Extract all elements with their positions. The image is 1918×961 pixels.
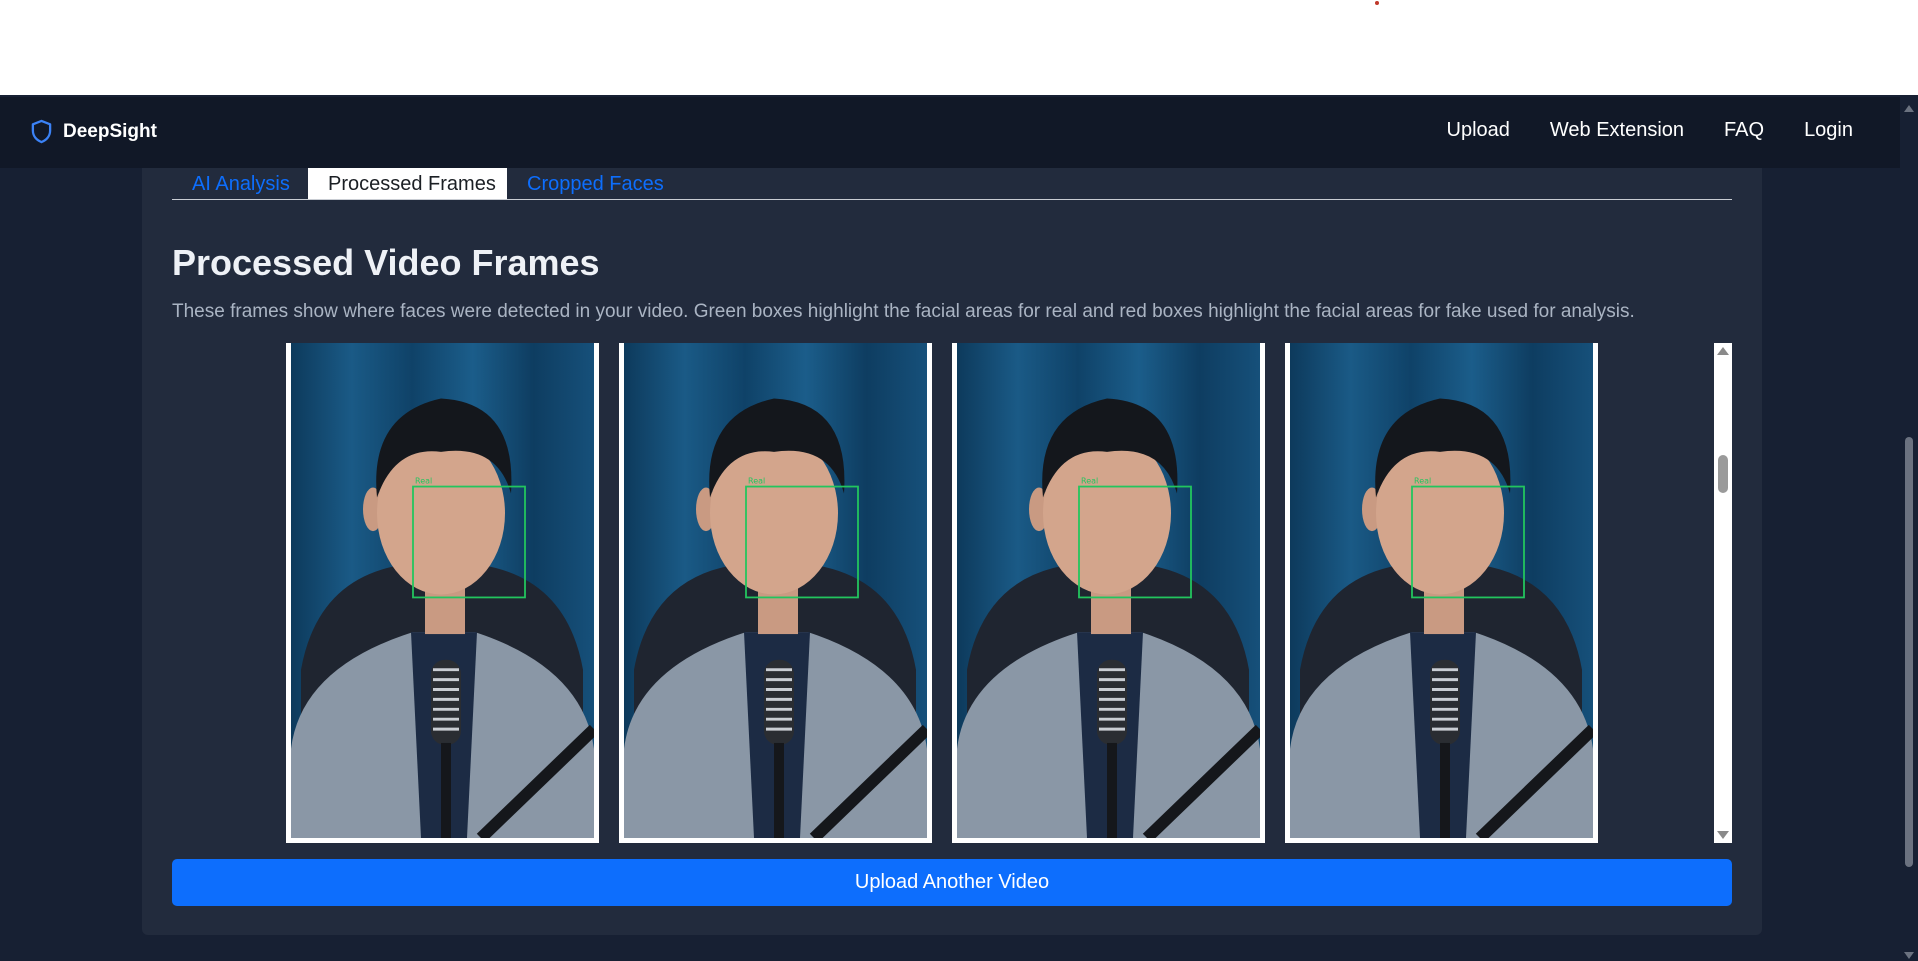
- microphone: [764, 659, 794, 745]
- page-scrollbar-thumb[interactable]: [1905, 437, 1913, 867]
- frames-scrollbar[interactable]: [1714, 343, 1732, 843]
- detection-label: Real: [1414, 477, 1431, 486]
- detection-label: Real: [748, 477, 765, 486]
- mic-stand: [441, 742, 451, 838]
- frames-gallery[interactable]: Real Real Real Real: [172, 343, 1732, 843]
- page-viewport: AI Analysis Processed Frames Cropped Fac…: [0, 95, 1918, 961]
- brand[interactable]: DeepSight: [30, 119, 157, 144]
- microphone: [1430, 659, 1460, 745]
- frame-image: Real: [291, 343, 594, 838]
- nav-login-link[interactable]: Login: [1804, 119, 1853, 142]
- results-card: AI Analysis Processed Frames Cropped Fac…: [142, 135, 1762, 935]
- page-scroll-up-icon[interactable]: [1904, 105, 1914, 112]
- microphone: [431, 659, 461, 745]
- indicator-dot: [1375, 1, 1379, 5]
- video-frame: Real: [619, 343, 932, 843]
- nav-links: Upload Web Extension FAQ Login: [1447, 119, 1854, 142]
- frame-image: Real: [624, 343, 927, 838]
- detection-label: Real: [1081, 477, 1098, 486]
- frame-image: Real: [957, 343, 1260, 838]
- shield-icon: [31, 119, 52, 144]
- microphone: [1097, 659, 1127, 745]
- video-frame: Real: [1285, 343, 1598, 843]
- page-scroll-down-icon[interactable]: [1904, 952, 1914, 959]
- nav-upload-link[interactable]: Upload: [1447, 119, 1510, 142]
- page-title: Processed Video Frames: [172, 242, 600, 283]
- mic-stand: [1107, 742, 1117, 838]
- section-description: These frames show where faces were detec…: [172, 301, 1635, 322]
- scroll-up-arrow-icon[interactable]: [1717, 347, 1729, 355]
- mic-stand: [774, 742, 784, 838]
- page-scrollbar[interactable]: [1900, 95, 1918, 961]
- scrollbar-thumb[interactable]: [1718, 455, 1728, 493]
- detection-label: Real: [415, 477, 432, 486]
- video-frame: Real: [286, 343, 599, 843]
- video-frame: Real: [952, 343, 1265, 843]
- brand-name: DeepSight: [63, 120, 157, 142]
- top-blank-area: [0, 0, 1918, 95]
- mic-stand: [1440, 742, 1450, 838]
- scroll-down-arrow-icon[interactable]: [1717, 831, 1729, 839]
- upload-another-video-button[interactable]: Upload Another Video: [172, 859, 1732, 906]
- nav-web-extension-link[interactable]: Web Extension: [1550, 119, 1684, 142]
- nav-faq-link[interactable]: FAQ: [1724, 119, 1764, 142]
- frame-image: Real: [1290, 343, 1593, 838]
- navbar: DeepSight Upload Web Extension FAQ Login: [0, 97, 1900, 168]
